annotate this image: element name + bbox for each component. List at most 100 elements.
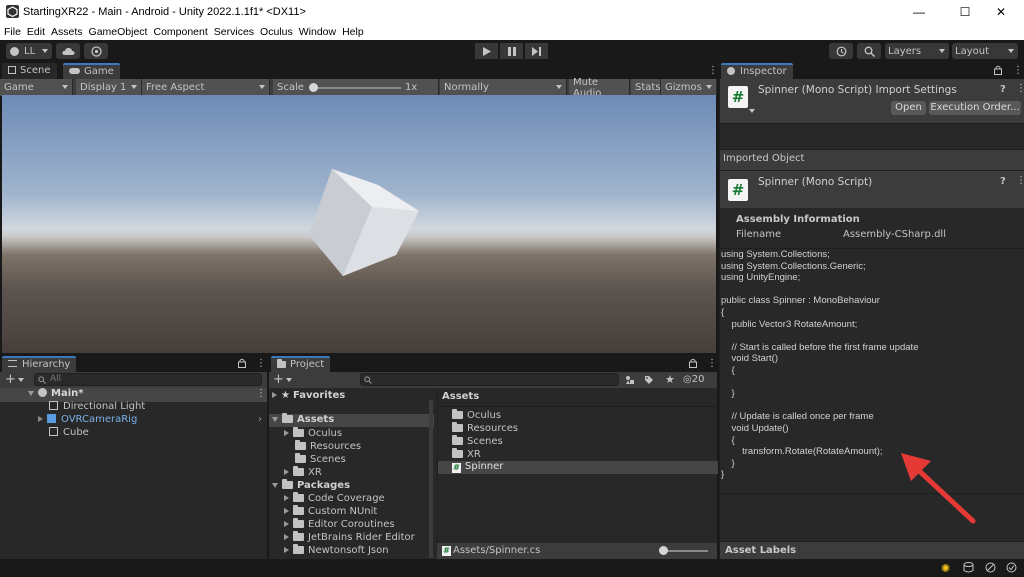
chevron-right-icon[interactable]: › xyxy=(258,414,262,425)
expand-arrow-icon[interactable] xyxy=(38,416,43,422)
expand-arrow-icon[interactable] xyxy=(284,469,289,475)
expand-arrow-icon[interactable] xyxy=(272,416,278,422)
hierarchy-scene-row[interactable]: Main* ⋮ xyxy=(0,388,267,402)
collab-button[interactable] xyxy=(84,43,108,59)
lock-icon[interactable] xyxy=(689,358,697,368)
tree-folder-item[interactable]: Scenes xyxy=(295,453,346,467)
tree-package-item[interactable]: Code Coverage xyxy=(284,492,385,506)
tree-folder-item[interactable]: Resources xyxy=(295,440,361,454)
asset-script-item-selected[interactable]: # Spinner xyxy=(438,461,718,474)
favorites-row[interactable]: ★ Favorites xyxy=(272,390,345,403)
project-search-input[interactable] xyxy=(360,373,619,386)
menu-services[interactable]: Services xyxy=(210,24,256,40)
open-button[interactable]: Open xyxy=(891,101,926,115)
play-mode-dropdown[interactable]: Normally xyxy=(440,79,567,96)
search-button[interactable] xyxy=(857,43,881,59)
menu-gameobject[interactable]: GameObject xyxy=(85,24,150,40)
progress-check-icon[interactable] xyxy=(1006,562,1017,573)
minimize-button[interactable]: — xyxy=(896,0,942,24)
assets-folder-row[interactable]: Assets xyxy=(269,413,434,427)
packages-folder-row[interactable]: Packages xyxy=(272,479,350,493)
display-dropdown[interactable]: Display 1 xyxy=(76,79,142,96)
asset-folder-item[interactable]: Scenes xyxy=(452,435,503,449)
menu-file[interactable]: File xyxy=(0,24,23,40)
game-mode-dropdown[interactable]: Game xyxy=(0,79,73,96)
tree-package-item[interactable]: Custom NUnit xyxy=(284,505,377,519)
game-viewport[interactable] xyxy=(2,95,716,353)
menu-component[interactable]: Component xyxy=(149,24,209,40)
expand-arrow-icon[interactable] xyxy=(272,482,278,488)
play-button[interactable] xyxy=(475,43,498,59)
step-button[interactable] xyxy=(525,43,548,59)
menu-help[interactable]: Help xyxy=(338,24,366,40)
expand-arrow-icon[interactable] xyxy=(284,547,289,553)
expand-arrow-icon[interactable] xyxy=(28,390,34,396)
asset-folder-item[interactable]: Oculus xyxy=(452,409,501,423)
hierarchy-item[interactable]: Directional Light xyxy=(49,401,145,414)
icon-size-slider-handle[interactable] xyxy=(659,546,668,555)
cache-server-icon[interactable] xyxy=(963,562,974,573)
asset-list-scrollbar[interactable] xyxy=(429,540,433,558)
lock-icon[interactable] xyxy=(994,65,1002,75)
tree-package-item[interactable]: Editor Coroutines xyxy=(284,518,395,532)
lock-icon[interactable] xyxy=(238,358,246,368)
panel-menu-icon[interactable]: ⋮ xyxy=(1013,65,1023,76)
scale-slider[interactable] xyxy=(311,87,401,89)
execution-order-button[interactable]: Execution Order... xyxy=(929,101,1021,115)
assets-breadcrumb[interactable]: Assets xyxy=(442,391,479,404)
aspect-dropdown[interactable]: Free Aspect xyxy=(142,79,270,96)
expand-arrow-icon[interactable] xyxy=(284,534,289,540)
settings-icon[interactable]: ⋮ xyxy=(1016,83,1024,94)
gizmos-toggle[interactable]: Gizmos xyxy=(661,79,717,96)
expand-arrow-icon[interactable] xyxy=(284,521,289,527)
menu-assets[interactable]: Assets xyxy=(47,24,85,40)
hidden-packages-toggle[interactable]: ◎20 xyxy=(683,374,704,385)
favorite-star-icon[interactable]: ★ xyxy=(665,373,675,386)
pause-button[interactable] xyxy=(500,43,523,59)
layout-dropdown[interactable]: Layout xyxy=(952,43,1018,59)
chevron-down-icon[interactable] xyxy=(18,378,24,382)
network-icon[interactable] xyxy=(985,562,996,573)
help-icon[interactable]: ? xyxy=(1000,84,1006,95)
menu-edit[interactable]: Edit xyxy=(23,24,47,40)
tab-hierarchy[interactable]: Hierarchy xyxy=(2,356,77,372)
tree-folder-item[interactable]: XR xyxy=(284,466,322,480)
tab-inspector[interactable]: Inspector xyxy=(721,63,793,79)
panel-menu-icon[interactable]: ⋮ xyxy=(707,358,717,369)
panel-menu-icon[interactable]: ⋮ xyxy=(708,65,718,76)
tab-game[interactable]: Game xyxy=(63,63,120,79)
asset-folder-item[interactable]: Resources xyxy=(452,422,518,436)
chevron-down-icon[interactable] xyxy=(286,378,292,382)
tree-package-item[interactable]: JetBrains Rider Editor xyxy=(284,531,415,545)
icon-size-slider[interactable] xyxy=(662,550,708,552)
layers-dropdown[interactable]: Layers xyxy=(885,43,949,59)
expand-arrow-icon[interactable] xyxy=(284,430,289,436)
hierarchy-item-prefab[interactable]: OVRCameraRig xyxy=(38,414,137,427)
tree-package-item[interactable]: Newtonsoft Json xyxy=(284,544,389,558)
add-icon[interactable]: + xyxy=(273,372,284,387)
filter-type-icon[interactable] xyxy=(625,375,635,385)
stats-toggle[interactable]: Stats xyxy=(631,79,661,96)
add-icon[interactable]: + xyxy=(5,372,16,387)
panel-menu-icon[interactable]: ⋮ xyxy=(256,358,266,369)
asset-labels-header[interactable]: Asset Labels xyxy=(720,541,1024,559)
tree-scrollbar[interactable] xyxy=(429,400,433,544)
label-tag-icon[interactable] xyxy=(644,375,654,385)
panel-menu-icon[interactable]: ⋮ xyxy=(256,388,266,399)
close-button[interactable]: ✕ xyxy=(978,0,1024,24)
tab-project[interactable]: Project xyxy=(271,356,331,372)
expand-arrow-icon[interactable] xyxy=(272,392,277,398)
mute-audio-toggle[interactable]: Mute Audio xyxy=(569,77,630,99)
chevron-down-icon[interactable] xyxy=(749,109,755,113)
expand-arrow-icon[interactable] xyxy=(284,495,289,501)
undo-history-button[interactable] xyxy=(829,43,853,59)
hierarchy-item[interactable]: Cube xyxy=(49,427,89,440)
menu-window[interactable]: Window xyxy=(295,24,338,40)
tree-folder-item[interactable]: Oculus xyxy=(284,427,342,441)
hierarchy-search-input[interactable]: All xyxy=(34,373,262,386)
scale-slider-handle[interactable] xyxy=(308,83,318,92)
menu-oculus[interactable]: Oculus xyxy=(256,24,295,40)
account-dropdown[interactable]: LL xyxy=(6,43,52,59)
tab-scene[interactable]: Scene xyxy=(2,63,57,79)
cloud-button[interactable] xyxy=(56,43,80,59)
